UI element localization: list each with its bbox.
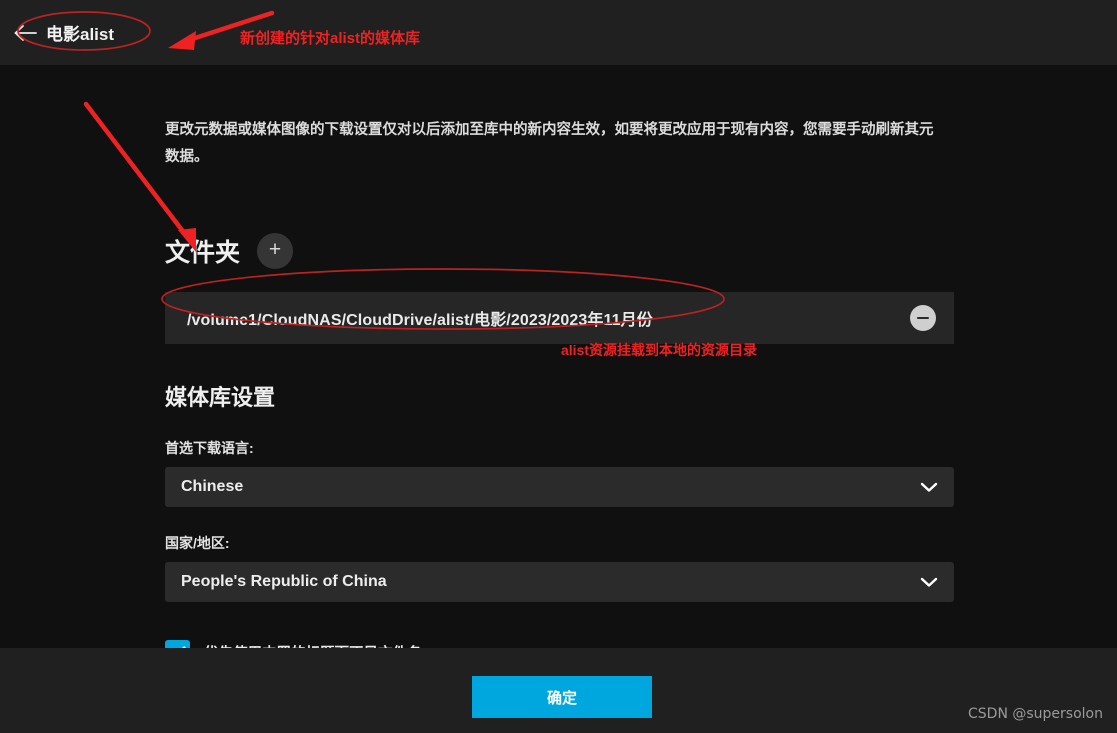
- app-header: 电影alist: [0, 0, 1117, 65]
- add-folder-button[interactable]: +: [257, 233, 294, 269]
- confirm-button[interactable]: 确定: [472, 676, 652, 718]
- watermark-text: CSDN @supersolon: [968, 706, 1103, 722]
- folder-path-text: /volume1/CloudNAS/CloudDrive/alist/电影/20…: [187, 312, 653, 329]
- language-label: 首选下载语言:: [165, 440, 254, 456]
- library-settings-heading: 媒体库设置: [165, 385, 276, 410]
- minus-glyph: [917, 316, 929, 320]
- country-select[interactable]: People's Republic of China: [165, 562, 954, 602]
- prefer-embedded-titles-row[interactable]: 优先使用内置的标题而不是文件名: [165, 639, 955, 648]
- folders-heading: 文件夹: [165, 239, 241, 267]
- metadata-notice-text: 更改元数据或媒体图像的下载设置仅对以后添加至库中的新内容生效，如要将更改应用于现…: [165, 122, 934, 165]
- settings-content-panel: 更改元数据或媒体图像的下载设置仅对以后添加至库中的新内容生效，如要将更改应用于现…: [0, 65, 1117, 648]
- prefer-embedded-titles-checkbox[interactable]: [165, 640, 190, 648]
- minus-circle-icon[interactable]: [910, 305, 936, 331]
- country-selected-value: People's Republic of China: [181, 573, 387, 590]
- folder-list-item[interactable]: /volume1/CloudNAS/CloudDrive/alist/电影/20…: [165, 292, 954, 344]
- footer-bar: 确定 CSDN @supersolon: [0, 648, 1117, 733]
- language-selected-value: Chinese: [181, 478, 244, 495]
- chevron-down-icon: [920, 481, 938, 493]
- chevron-down-icon: [920, 576, 938, 588]
- back-arrow-icon[interactable]: [12, 20, 38, 46]
- page-title: 电影alist: [46, 25, 115, 44]
- folders-section-header: 文件夹 +: [165, 233, 955, 269]
- language-select[interactable]: Chinese: [165, 467, 954, 507]
- country-label: 国家/地区:: [165, 535, 230, 551]
